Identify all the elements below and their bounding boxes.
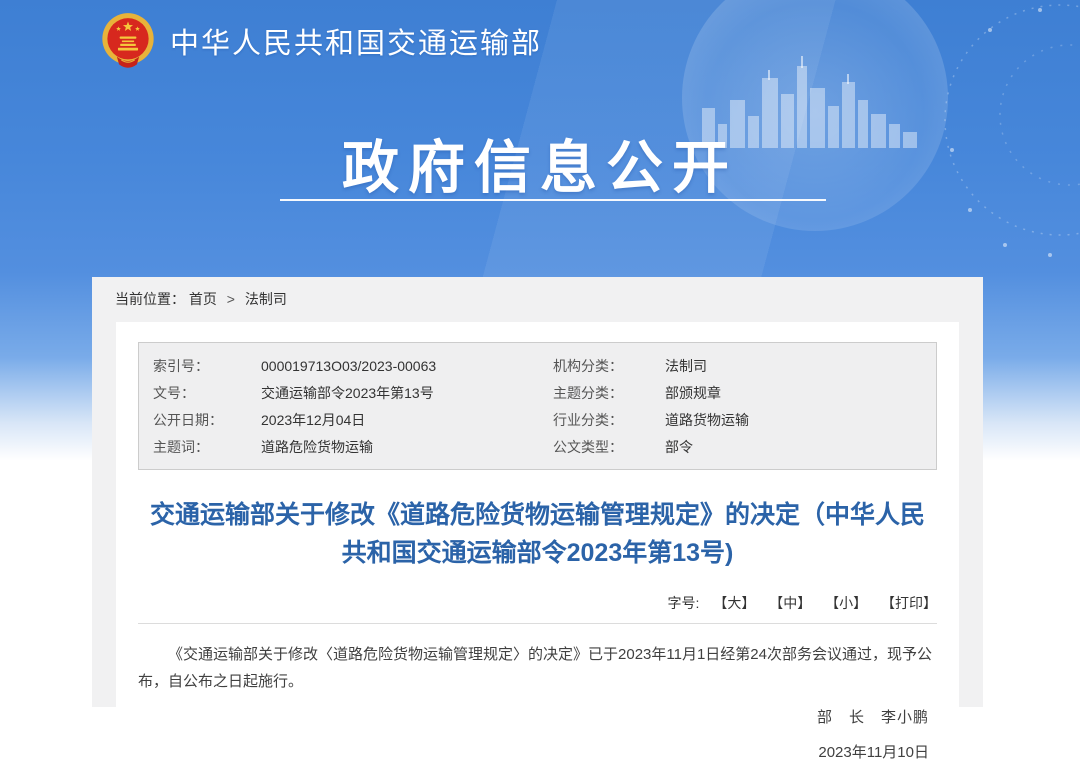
font-size-medium-button[interactable]: 【中】 xyxy=(769,595,811,611)
meta-row: 索引号： 000019713O03/2023-00063 机构分类： 法制司 xyxy=(153,352,936,379)
meta-label-doctype: 公文类型： xyxy=(553,438,623,455)
font-size-large-button[interactable]: 【大】 xyxy=(713,595,755,611)
meta-label-org: 机构分类： xyxy=(553,357,623,374)
national-emblem-icon[interactable] xyxy=(100,12,156,70)
article-title: 交通运输部关于修改《道路危险货物运输管理规定》的决定（中华人民共和国交通运输部令… xyxy=(149,501,925,567)
meta-label-keywords: 主题词： xyxy=(153,438,209,455)
meta-row: 主题词： 道路危险货物运输 公文类型： 部令 xyxy=(153,433,936,460)
font-size-controls: 字号: 【大】 【中】 【小】 【打印】 xyxy=(138,593,937,624)
print-button[interactable]: 【打印】 xyxy=(881,595,937,611)
signature-date: 2023年11月10日 xyxy=(818,744,929,761)
meta-label-index: 索引号： xyxy=(153,357,209,374)
meta-row: 公开日期： 2023年12月04日 行业分类： 道路货物运输 xyxy=(153,406,936,433)
meta-label-docnum: 文号： xyxy=(153,384,195,401)
meta-label-industry: 行业分类： xyxy=(553,411,623,428)
meta-value-keywords: 道路危险货物运输 xyxy=(261,438,373,455)
breadcrumb-separator: > xyxy=(226,291,235,307)
breadcrumb: 当前位置： 首页 > 法制司 xyxy=(92,277,983,322)
site-name[interactable]: 中华人民共和国交通运输部 xyxy=(170,20,542,62)
meta-label-date: 公开日期： xyxy=(153,411,223,428)
meta-value-industry: 道路货物运输 xyxy=(665,411,749,428)
breadcrumb-home[interactable]: 首页 xyxy=(189,291,217,307)
meta-label-topic: 主题分类： xyxy=(553,384,623,401)
meta-value-org: 法制司 xyxy=(665,357,707,374)
title-underline xyxy=(280,199,826,201)
page-title: 政府信息公开 xyxy=(342,136,738,200)
font-size-small-button[interactable]: 【小】 xyxy=(825,595,867,611)
meta-row: 文号： 交通运输部令2023年第13号 主题分类： 部颁规章 xyxy=(153,379,936,406)
breadcrumb-label: 当前位置： xyxy=(115,291,185,307)
meta-value-doctype: 部令 xyxy=(665,438,693,455)
breadcrumb-section[interactable]: 法制司 xyxy=(245,291,287,307)
content-panel: 当前位置： 首页 > 法制司 索引号： 000019713O03/2023-00… xyxy=(92,277,983,761)
article-body-paragraph: 《交通运输部关于修改〈道路危险货物运输管理规定〉的决定》已于2023年11月1日… xyxy=(138,646,932,690)
site-header: 中华人民共和国交通运输部 xyxy=(100,12,542,70)
meta-value-docnum: 交通运输部令2023年第13号 xyxy=(261,384,434,401)
meta-value-index: 000019713O03/2023-00063 xyxy=(261,357,437,374)
document-meta-table: 索引号： 000019713O03/2023-00063 机构分类： 法制司 文… xyxy=(138,342,937,470)
font-size-label: 字号: xyxy=(667,595,700,611)
article-card: 索引号： 000019713O03/2023-00063 机构分类： 法制司 文… xyxy=(116,322,959,761)
meta-value-topic: 部颁规章 xyxy=(665,384,721,401)
meta-value-date: 2023年12月04日 xyxy=(261,411,366,428)
signature-name: 部 长 李小鹏 xyxy=(816,709,929,726)
